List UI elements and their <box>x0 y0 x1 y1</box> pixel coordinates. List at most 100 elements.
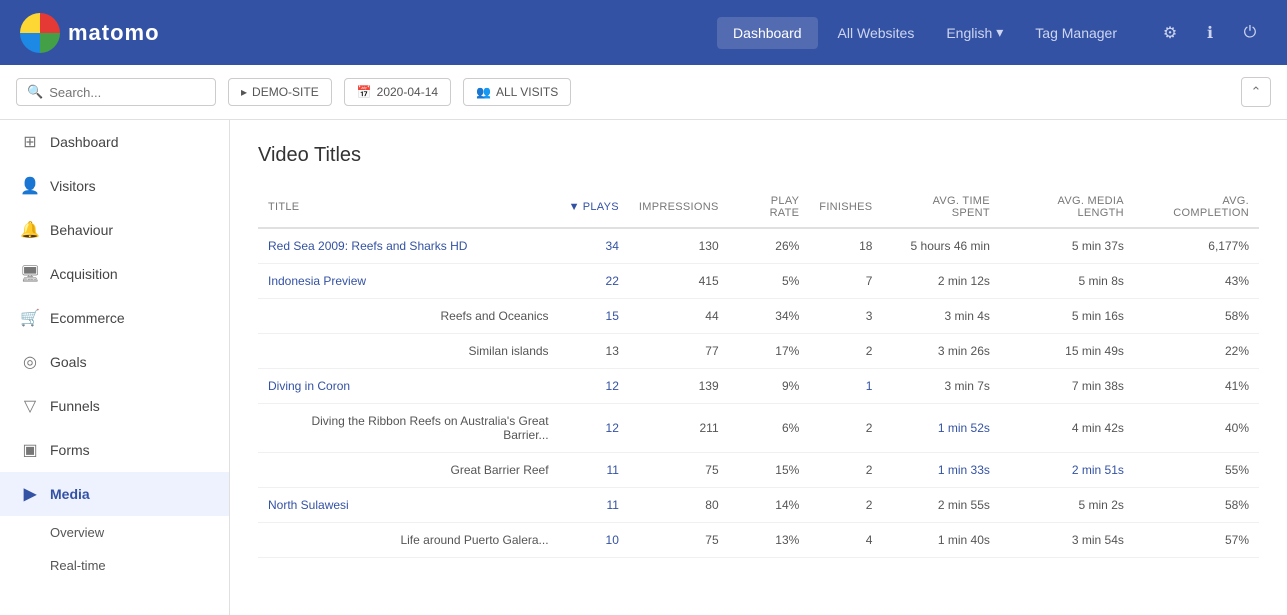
cell-plays: 34 <box>559 228 629 264</box>
cell-finishes: 2 <box>809 488 882 523</box>
cell-title[interactable]: Diving in Coron <box>258 369 559 404</box>
help-icon-button[interactable]: ℹ <box>1193 16 1227 50</box>
cell-avg-time: 2 min 12s <box>882 264 999 299</box>
search-box[interactable]: 🔍 <box>16 78 216 106</box>
sidebar-sub-realtime[interactable]: Real-time <box>0 549 229 582</box>
cell-avg-completion: 58% <box>1134 299 1259 334</box>
sidebar-item-goals[interactable]: ◎ Goals <box>0 340 229 384</box>
cell-plays: 13 <box>559 334 629 369</box>
cell-avg-media-length: 2 min 51s <box>1000 453 1134 488</box>
cell-plays: 15 <box>559 299 629 334</box>
cell-play-rate: 14% <box>729 488 810 523</box>
col-header-play-rate[interactable]: PLAY RATE <box>729 187 810 228</box>
sidebar-item-media[interactable]: ▶ Media <box>0 472 229 516</box>
cell-finishes: 2 <box>809 453 882 488</box>
sidebar-item-visitors[interactable]: 👤 Visitors <box>0 164 229 208</box>
table-row: Reefs and Oceanics 15 44 34% 3 3 min 4s … <box>258 299 1259 334</box>
col-header-title[interactable]: TITLE <box>258 187 559 228</box>
search-input[interactable] <box>49 85 205 100</box>
cell-title: Great Barrier Reef <box>258 453 559 488</box>
cell-play-rate: 5% <box>729 264 810 299</box>
nav-all-websites[interactable]: All Websites <box>822 17 931 49</box>
cell-play-rate: 13% <box>729 523 810 558</box>
cell-finishes: 18 <box>809 228 882 264</box>
cell-play-rate: 34% <box>729 299 810 334</box>
logo-text: matomo <box>68 20 160 46</box>
table-row: Red Sea 2009: Reefs and Sharks HD 34 130… <box>258 228 1259 264</box>
top-navigation: matomo Dashboard All Websites English ▾ … <box>0 0 1287 65</box>
cell-play-rate: 15% <box>729 453 810 488</box>
forms-icon: ▣ <box>20 440 40 460</box>
logout-icon-button[interactable]: ⏻ <box>1233 16 1267 50</box>
cell-finishes: 1 <box>809 369 882 404</box>
toolbar: 🔍 ▸ DEMO-SITE 📅 2020-04-14 👥 ALL VISITS … <box>0 65 1287 120</box>
cell-play-rate: 6% <box>729 404 810 453</box>
col-header-impressions[interactable]: IMPRESSIONS <box>629 187 729 228</box>
table-row: Indonesia Preview 22 415 5% 7 2 min 12s … <box>258 264 1259 299</box>
cell-plays: 10 <box>559 523 629 558</box>
settings-icon-button[interactable]: ⚙ <box>1153 16 1187 50</box>
play-icon: ▶ <box>20 484 40 504</box>
cell-avg-time: 5 hours 46 min <box>882 228 999 264</box>
sidebar-sub-overview[interactable]: Overview <box>0 516 229 549</box>
nav-tag-manager[interactable]: Tag Manager <box>1019 17 1133 49</box>
person-icon: 👤 <box>20 176 40 196</box>
date-button[interactable]: 📅 2020-04-14 <box>344 78 451 106</box>
col-header-avg-time[interactable]: AVG. TIME SPENT <box>882 187 999 228</box>
page-title: Video Titles <box>258 144 1259 167</box>
col-header-avg-completion[interactable]: AVG. COMPLETION <box>1134 187 1259 228</box>
caret-icon: ▸ <box>241 85 247 99</box>
cell-avg-media-length: 5 min 37s <box>1000 228 1134 264</box>
cell-finishes: 3 <box>809 299 882 334</box>
cell-avg-time: 1 min 33s <box>882 453 999 488</box>
cell-impressions: 130 <box>629 228 729 264</box>
nav-language-dropdown[interactable]: English ▾ <box>934 16 1015 49</box>
collapse-button[interactable]: ⌃ <box>1241 77 1271 107</box>
monitor-icon: 🖥 <box>20 264 40 284</box>
sidebar-item-forms[interactable]: ▣ Forms <box>0 428 229 472</box>
target-icon: ◎ <box>20 352 40 372</box>
cell-title[interactable]: Indonesia Preview <box>258 264 559 299</box>
visits-button[interactable]: 👥 ALL VISITS <box>463 78 571 106</box>
cell-plays: 11 <box>559 453 629 488</box>
cell-avg-media-length: 5 min 16s <box>1000 299 1134 334</box>
cell-play-rate: 26% <box>729 228 810 264</box>
cell-play-rate: 9% <box>729 369 810 404</box>
table-row: Diving the Ribbon Reefs on Australia's G… <box>258 404 1259 453</box>
cell-finishes: 2 <box>809 404 882 453</box>
table-row: North Sulawesi 11 80 14% 2 2 min 55s 5 m… <box>258 488 1259 523</box>
sidebar-item-behaviour[interactable]: 🔔 Behaviour <box>0 208 229 252</box>
cell-title[interactable]: Red Sea 2009: Reefs and Sharks HD <box>258 228 559 264</box>
cell-title[interactable]: North Sulawesi <box>258 488 559 523</box>
grid-icon: ⊞ <box>20 132 40 152</box>
table-row: Great Barrier Reef 11 75 15% 2 1 min 33s… <box>258 453 1259 488</box>
cell-avg-media-length: 7 min 38s <box>1000 369 1134 404</box>
table-row: Diving in Coron 12 139 9% 1 3 min 7s 7 m… <box>258 369 1259 404</box>
demo-site-button[interactable]: ▸ DEMO-SITE <box>228 78 332 106</box>
col-header-finishes[interactable]: FINISHES <box>809 187 882 228</box>
col-header-plays[interactable]: ▼PLAYS <box>559 187 629 228</box>
nav-dashboard[interactable]: Dashboard <box>717 17 818 49</box>
cell-avg-completion: 57% <box>1134 523 1259 558</box>
sidebar-item-dashboard[interactable]: ⊞ Dashboard <box>0 120 229 164</box>
sidebar: ⊞ Dashboard 👤 Visitors 🔔 Behaviour 🖥 Acq… <box>0 120 230 615</box>
col-header-avg-media-length[interactable]: AVG. MEDIA LENGTH <box>1000 187 1134 228</box>
main-layout: ⊞ Dashboard 👤 Visitors 🔔 Behaviour 🖥 Acq… <box>0 120 1287 615</box>
sidebar-item-ecommerce[interactable]: 🛒 Ecommerce <box>0 296 229 340</box>
search-icon: 🔍 <box>27 84 43 100</box>
cell-avg-completion: 43% <box>1134 264 1259 299</box>
sidebar-item-funnels[interactable]: ▽ Funnels <box>0 384 229 428</box>
cell-plays: 12 <box>559 369 629 404</box>
table-row: Similan islands 13 77 17% 2 3 min 26s 15… <box>258 334 1259 369</box>
cell-plays: 12 <box>559 404 629 453</box>
cell-impressions: 211 <box>629 404 729 453</box>
cell-avg-time: 3 min 4s <box>882 299 999 334</box>
cell-title: Life around Puerto Galera... <box>258 523 559 558</box>
cell-impressions: 75 <box>629 523 729 558</box>
cell-avg-time: 2 min 55s <box>882 488 999 523</box>
nav-icon-buttons: ⚙ ℹ ⏻ <box>1153 16 1267 50</box>
cell-avg-media-length: 4 min 42s <box>1000 404 1134 453</box>
calendar-icon: 📅 <box>357 85 372 99</box>
cell-title: Reefs and Oceanics <box>258 299 559 334</box>
sidebar-item-acquisition[interactable]: 🖥 Acquisition <box>0 252 229 296</box>
